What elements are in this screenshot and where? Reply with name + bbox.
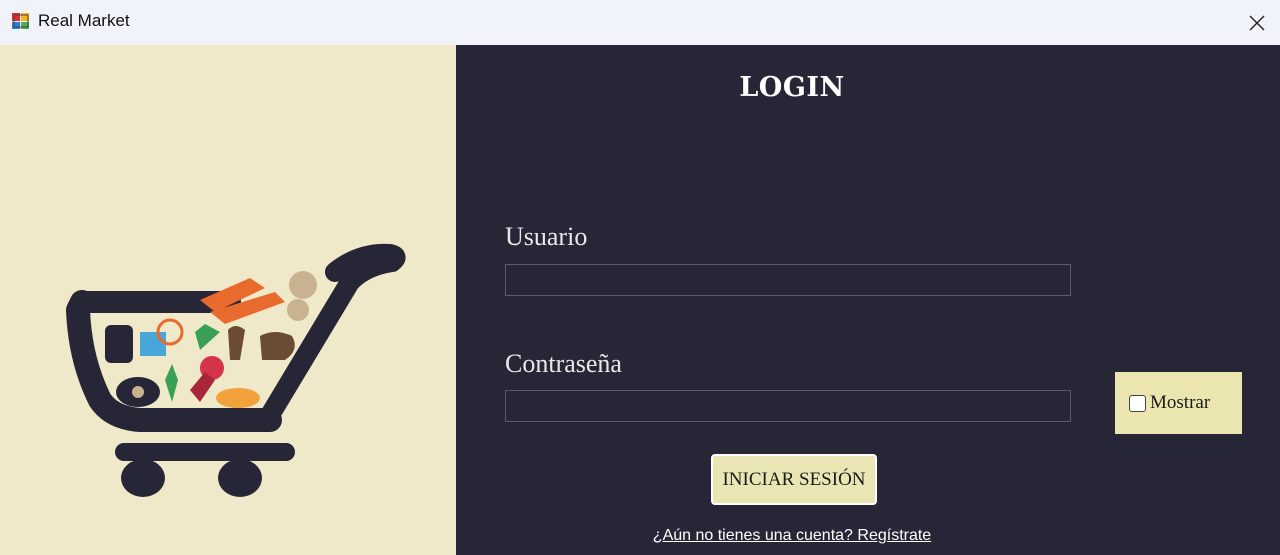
- shopping-cart-logo: [66, 243, 406, 497]
- close-icon: [1249, 15, 1264, 30]
- login-title: LOGIN: [739, 72, 845, 103]
- show-password-checkbox[interactable]: [1129, 394, 1146, 412]
- login-panel: LOGIN Usuario Contraseña Mostrar INICIAR…: [456, 45, 1280, 555]
- username-label: Usuario: [505, 222, 588, 251]
- app-icon: [12, 13, 29, 29]
- branding-panel: [0, 45, 456, 555]
- close-button[interactable]: [1233, 0, 1280, 45]
- password-label: Contraseña: [505, 349, 622, 378]
- username-field[interactable]: [505, 264, 1071, 296]
- show-password-label: Mostrar: [1150, 392, 1211, 413]
- window-title: Real Market: [38, 11, 130, 30]
- password-field[interactable]: [505, 390, 1071, 422]
- window-titlebar: Real Market: [0, 0, 1280, 45]
- show-password-toggle[interactable]: Mostrar: [1115, 372, 1242, 434]
- register-link[interactable]: ¿Aún no tienes una cuenta? Regístrate: [456, 527, 1128, 545]
- login-button[interactable]: INICIAR SESIÓN: [711, 454, 877, 505]
